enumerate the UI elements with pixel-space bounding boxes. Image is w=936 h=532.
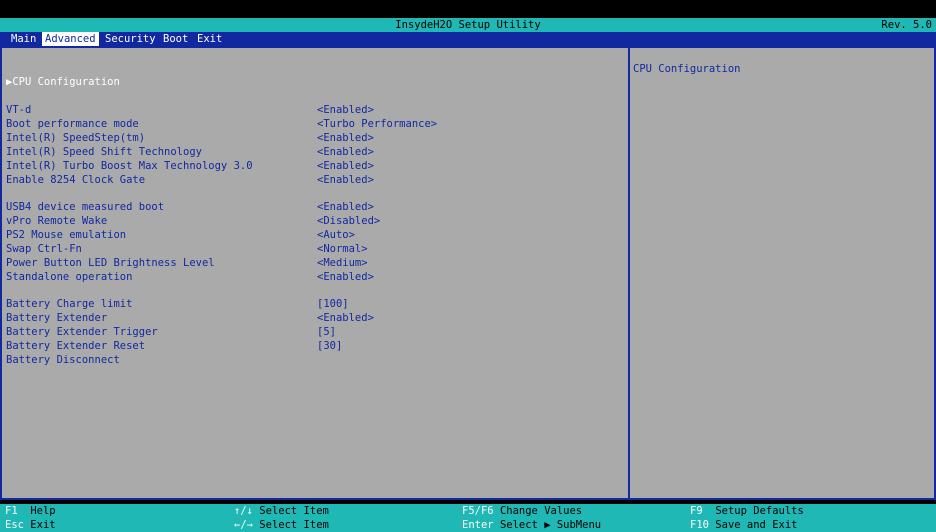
hint-change-values-desc: Change Values: [499, 505, 583, 517]
setting-battery-disconnect[interactable]: Battery Disconnect: [6, 353, 606, 367]
tab-exit[interactable]: Exit: [194, 32, 225, 46]
hint-save-and-exit[interactable]: F10 Save and Exit: [690, 518, 797, 532]
setting-value[interactable]: <Disabled>: [317, 214, 380, 228]
setting-label: Battery Disconnect: [6, 354, 120, 366]
hint-setup-defaults[interactable]: F9 Setup Defaults: [690, 504, 804, 518]
setting-label: Enable 8254 Clock Gate: [6, 174, 146, 186]
setting-standalone-operation[interactable]: Standalone operation <Enabled>: [6, 270, 606, 284]
hint-select-item-updown[interactable]: ↑/↓ Select Item: [234, 504, 329, 518]
setting-ps2-mouse-emulation[interactable]: PS2 Mouse emulation <Auto>: [6, 228, 606, 242]
setting-label: Power Button LED Brightness Level: [6, 257, 215, 269]
help-text: CPU Configuration: [633, 63, 741, 75]
setting-label: PS2 Mouse emulation: [6, 229, 127, 241]
hint-change-values[interactable]: F5/F6 Change Values: [462, 504, 582, 518]
setting-value[interactable]: <Enabled>: [317, 159, 374, 173]
setting-label: USB4 device measured boot: [6, 201, 165, 213]
tab-boot[interactable]: Boot: [160, 32, 191, 46]
setting-label: Intel(R) SpeedStep(tm): [6, 132, 146, 144]
tab-advanced[interactable]: Advanced: [42, 32, 99, 46]
setting-value[interactable]: <Auto>: [317, 228, 355, 242]
setting-battery-charge-limit[interactable]: Battery Charge limit [100]: [6, 297, 606, 311]
submenu-cpu-configuration[interactable]: ▶CPU Configuration: [6, 75, 120, 89]
setting-value[interactable]: [30]: [317, 339, 342, 353]
setting-label: Boot performance mode: [6, 118, 139, 130]
hint-f1-help[interactable]: F1 Help: [5, 504, 56, 518]
status-bar: F1 Help Esc Exit ↑/↓ Select Item ←/→ Sel…: [0, 504, 936, 532]
setting-vt-d[interactable]: VT-d <Enabled>: [6, 103, 606, 117]
hint-select-item-leftright[interactable]: ←/→ Select Item: [234, 518, 329, 532]
key-esc: Esc: [5, 519, 24, 531]
setting-value[interactable]: [5]: [317, 325, 336, 339]
setting-label: vPro Remote Wake: [6, 215, 108, 227]
menu-bar: Main Advanced Security Boot Exit: [0, 32, 936, 46]
setup-panel: ▶CPU Configuration VT-d <Enabled> Boot p…: [0, 46, 936, 500]
setting-label: Battery Charge limit: [6, 298, 133, 310]
key-f10: F10: [690, 519, 709, 531]
setting-speed-shift[interactable]: Intel(R) Speed Shift Technology <Enabled…: [6, 145, 606, 159]
key-updown-arrows: ↑/↓: [234, 505, 253, 517]
setting-label: Battery Extender Reset: [6, 340, 146, 352]
setting-boot-performance-mode[interactable]: Boot performance mode <Turbo Performance…: [6, 117, 606, 131]
key-enter: Enter: [462, 519, 494, 531]
setting-value[interactable]: <Enabled>: [317, 270, 374, 284]
tab-main[interactable]: Main: [8, 32, 39, 46]
setting-value[interactable]: <Enabled>: [317, 200, 374, 214]
key-f9: F9: [690, 505, 703, 517]
setting-value[interactable]: <Enabled>: [317, 311, 374, 325]
setting-value[interactable]: <Normal>: [317, 242, 368, 256]
key-f1: F1: [5, 505, 18, 517]
setting-battery-extender-trigger[interactable]: Battery Extender Trigger [5]: [6, 325, 606, 339]
setting-label: Swap Ctrl-Fn: [6, 243, 82, 255]
help-pane: CPU Configuration: [630, 48, 934, 498]
hint-select-item-desc: Select Item: [259, 505, 329, 517]
setting-value[interactable]: [100]: [317, 297, 349, 311]
settings-pane: ▶CPU Configuration VT-d <Enabled> Boot p…: [2, 48, 628, 498]
setting-label: Standalone operation: [6, 271, 133, 283]
title-bar: InsydeH2O Setup Utility Rev. 5.0: [0, 18, 936, 32]
revision-label: Rev. 5.0: [881, 19, 932, 31]
setting-vpro-remote-wake[interactable]: vPro Remote Wake <Disabled>: [6, 214, 606, 228]
setting-value[interactable]: <Enabled>: [317, 131, 374, 145]
setting-label: Battery Extender: [6, 312, 108, 324]
hint-exit-desc: Exit: [30, 519, 56, 531]
setting-label: Intel(R) Turbo Boost Max Technology 3.0: [6, 160, 253, 172]
key-leftright-arrows: ←/→: [234, 519, 253, 531]
setting-label: VT-d: [6, 104, 32, 116]
hint-help-desc: Help: [30, 505, 56, 517]
hint-select-submenu[interactable]: Enter Select ▶ SubMenu: [462, 518, 601, 532]
setting-value[interactable]: <Enabled>: [317, 103, 374, 117]
hint-setup-defaults-desc: Setup Defaults: [715, 505, 804, 517]
setting-label: Intel(R) Speed Shift Technology: [6, 146, 202, 158]
setting-value[interactable]: <Medium>: [317, 256, 368, 270]
setting-power-button-led[interactable]: Power Button LED Brightness Level <Mediu…: [6, 256, 606, 270]
setting-swap-ctrl-fn[interactable]: Swap Ctrl-Fn <Normal>: [6, 242, 606, 256]
setting-value[interactable]: <Turbo Performance>: [317, 117, 437, 131]
setting-usb4-measured-boot[interactable]: USB4 device measured boot <Enabled>: [6, 200, 606, 214]
setting-value[interactable]: <Enabled>: [317, 173, 374, 187]
setting-battery-extender-reset[interactable]: Battery Extender Reset [30]: [6, 339, 606, 353]
hint-esc-exit[interactable]: Esc Exit: [5, 518, 56, 532]
setting-value[interactable]: <Enabled>: [317, 145, 374, 159]
app-title: InsydeH2O Setup Utility: [395, 19, 541, 31]
setting-8254-clock-gate[interactable]: Enable 8254 Clock Gate <Enabled>: [6, 173, 606, 187]
setting-turbo-boost-max[interactable]: Intel(R) Turbo Boost Max Technology 3.0 …: [6, 159, 606, 173]
key-f5-f6: F5/F6: [462, 505, 494, 517]
hint-select-item-desc: Select Item: [259, 519, 329, 531]
tab-security[interactable]: Security: [102, 32, 159, 46]
hint-select-submenu-desc: Select ▶ SubMenu: [499, 519, 602, 531]
setting-speedstep[interactable]: Intel(R) SpeedStep(tm) <Enabled>: [6, 131, 606, 145]
hint-save-and-exit-desc: Save and Exit: [715, 519, 798, 531]
setting-label: Battery Extender Trigger: [6, 326, 158, 338]
setting-battery-extender[interactable]: Battery Extender <Enabled>: [6, 311, 606, 325]
